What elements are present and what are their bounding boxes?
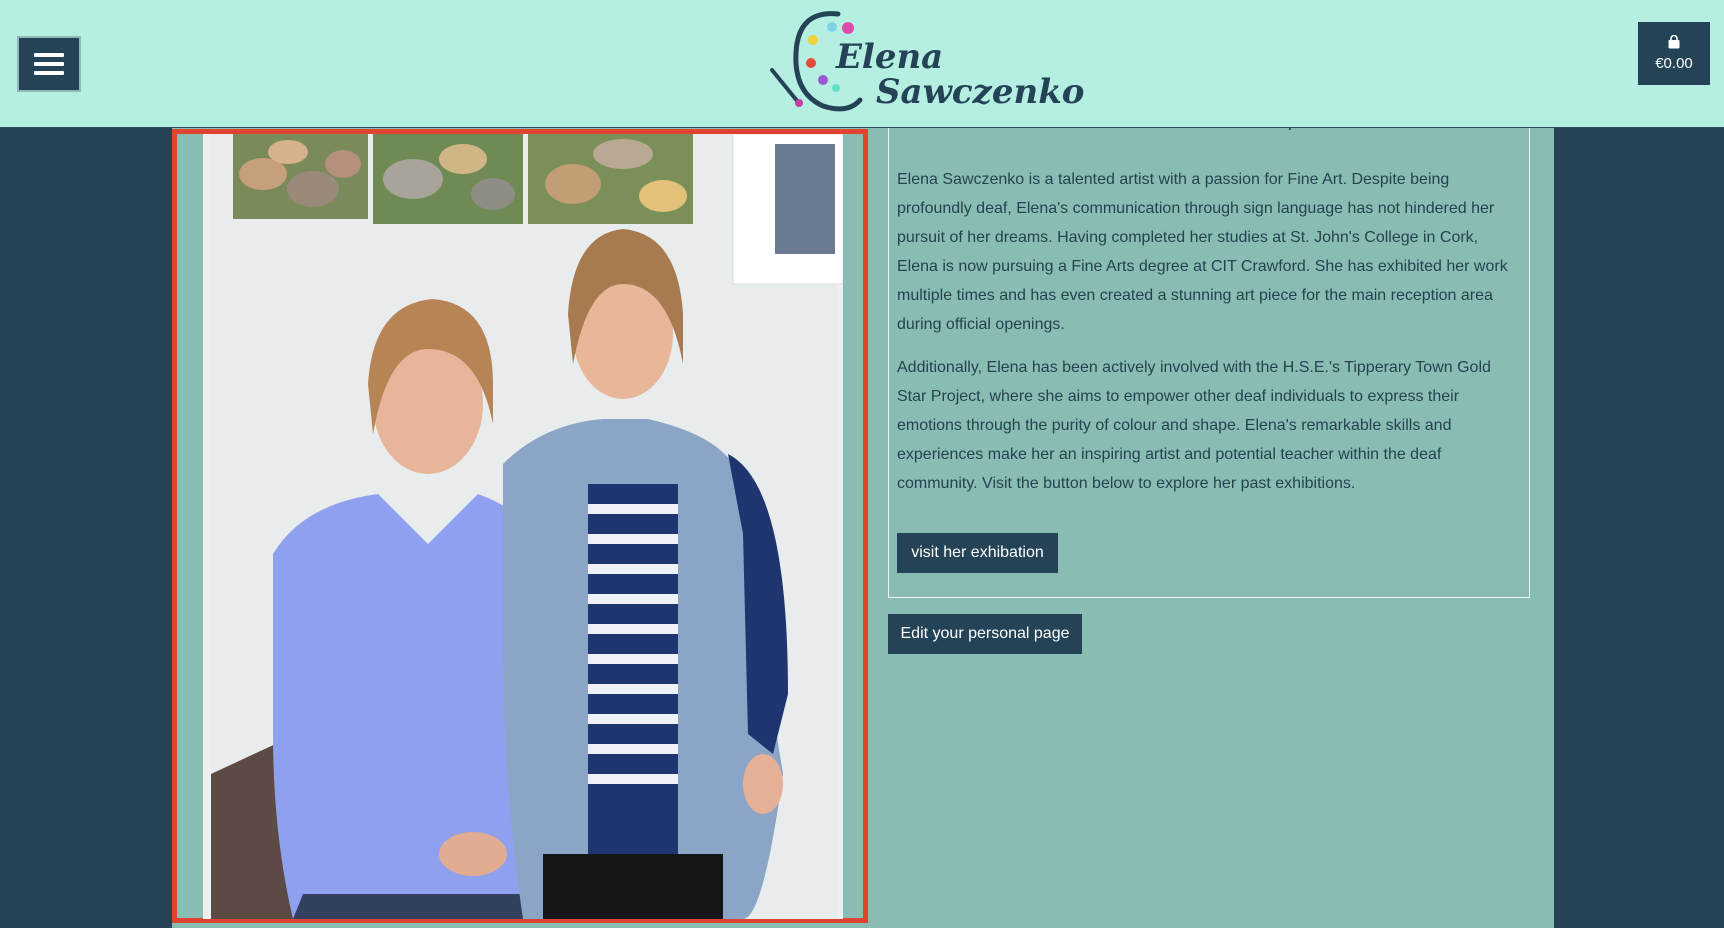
visit-exhibition-button[interactable]: visit her exhibation bbox=[897, 533, 1058, 573]
logo-last-name: Sawczenko bbox=[876, 72, 1085, 112]
cart-total: €0.00 bbox=[1655, 55, 1693, 72]
artist-photo bbox=[203, 133, 844, 919]
shopping-bag-icon bbox=[1668, 35, 1680, 49]
bio-paragraph: Elena Sawczenko is a talented artist wit… bbox=[897, 171, 1508, 333]
artist-portrait-frame bbox=[172, 129, 868, 923]
shopping-cart-button[interactable]: €0.00 bbox=[1638, 22, 1710, 85]
edit-personal-page-button[interactable]: Edit your personal page bbox=[888, 614, 1082, 654]
site-logo[interactable]: Elena Sawczenko bbox=[768, 8, 1084, 118]
bio-card: Elena Sawczenko is a talented artist wit… bbox=[888, 127, 1530, 598]
hamburger-menu-icon bbox=[34, 48, 64, 80]
site-header: Elena Sawczenko €0.00 bbox=[0, 0, 1724, 127]
hamburger-menu-button[interactable] bbox=[17, 36, 81, 92]
logo-first-name: Elena bbox=[836, 37, 944, 77]
bio-paragraph: Additionally, Elena has been actively in… bbox=[897, 359, 1491, 492]
